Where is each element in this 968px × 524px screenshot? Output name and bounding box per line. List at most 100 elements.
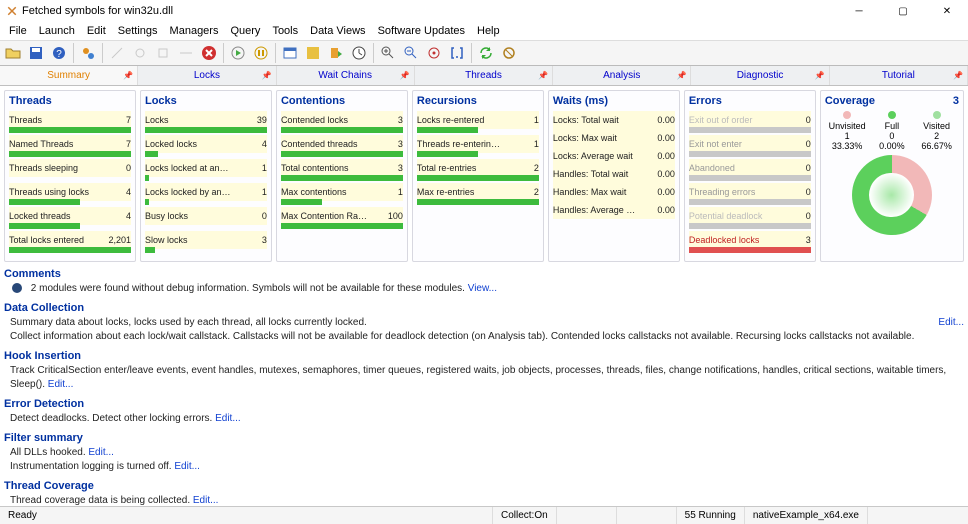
stat-row: Handles: Max wait0.00 <box>553 183 675 201</box>
tab-tutorial[interactable]: Tutorial📌 <box>830 66 968 85</box>
menu-settings[interactable]: Settings <box>113 24 163 38</box>
minimize-button[interactable]: ─ <box>844 2 874 20</box>
pause-icon[interactable] <box>250 42 272 64</box>
zoom-out-icon[interactable] <box>400 42 422 64</box>
hook-text: Track CriticalSection enter/leave events… <box>10 365 946 390</box>
menu-file[interactable]: File <box>4 24 32 38</box>
recursions-card: Recursions Locks re-entered1Threads re-e… <box>412 90 544 262</box>
coverage-pie-chart <box>852 155 932 235</box>
datacollection-line2: Collect information about each lock/wait… <box>10 330 934 344</box>
menu-managers[interactable]: Managers <box>165 24 224 38</box>
menu-software-updates[interactable]: Software Updates <box>373 24 470 38</box>
menu-launch[interactable]: Launch <box>34 24 80 38</box>
app-icon <box>6 5 18 17</box>
menu-tools[interactable]: Tools <box>267 24 303 38</box>
tab-summary[interactable]: Summary📌 <box>0 66 138 85</box>
stat-row: Handles: Total wait0.00 <box>553 165 675 183</box>
datacollection-edit-link[interactable]: Edit... <box>938 316 964 330</box>
menu-help[interactable]: Help <box>472 24 505 38</box>
contentions-card: Contentions Contended locks3Contended th… <box>276 90 408 262</box>
play-icon[interactable] <box>227 42 249 64</box>
status-running: 55 Running <box>677 507 745 524</box>
refresh-stop-icon[interactable] <box>498 42 520 64</box>
coverage-title: Coverage <box>825 95 875 107</box>
save-icon[interactable] <box>25 42 47 64</box>
filter-edit1-link[interactable]: Edit... <box>88 447 114 458</box>
tcov-line1: Thread coverage data is being collected. <box>10 495 193 506</box>
tcov-edit1-link[interactable]: Edit... <box>193 495 219 506</box>
tab-wait-chains[interactable]: Wait Chains📌 <box>277 66 415 85</box>
clock-icon[interactable] <box>348 42 370 64</box>
zoom-in-icon[interactable] <box>377 42 399 64</box>
status-ready: Ready <box>0 507 493 524</box>
status-collect: Collect:On <box>493 507 557 524</box>
filter-line2: Instrumentation logging is turned off. <box>10 461 174 472</box>
stat-row: Locks: Average wait0.00 <box>553 147 675 165</box>
coverage-col: Unvisited133.33% <box>825 111 870 151</box>
datacollection-heading: Data Collection <box>4 302 964 314</box>
waits-title: Waits (ms) <box>553 95 675 107</box>
filter-edit2-link[interactable]: Edit... <box>174 461 200 472</box>
comments-view-link[interactable]: View... <box>468 283 497 294</box>
stat-row: Threads sleeping0 <box>9 159 131 177</box>
tool3-icon[interactable] <box>152 42 174 64</box>
export-icon[interactable] <box>325 42 347 64</box>
comments-text: 2 modules were found without debug infor… <box>31 283 468 294</box>
maximize-button[interactable]: ▢ <box>888 2 918 20</box>
title-bar: Fetched symbols for win32u.dll ─ ▢ ✕ <box>0 0 968 22</box>
tab-diagnostic[interactable]: Diagnostic📌 <box>691 66 829 85</box>
toolbar: ? <box>0 40 968 66</box>
main-content: Threads Threads7Named Threads7Threads sl… <box>0 86 968 506</box>
coverage-col: Full00.00% <box>870 111 915 151</box>
coverage-col: Visited266.67% <box>914 111 959 151</box>
stat-row: Handles: Average wait0.00 <box>553 201 675 219</box>
open-icon[interactable] <box>2 42 24 64</box>
status-spacer1 <box>557 507 617 524</box>
gears-icon[interactable] <box>77 42 99 64</box>
threads-card: Threads Threads7Named Threads7Threads sl… <box>4 90 136 262</box>
comments-heading: Comments <box>4 268 964 280</box>
stop-icon[interactable] <box>198 42 220 64</box>
errors-card: Errors Exit out of order0Exit not enter0… <box>684 90 816 262</box>
tool4-icon[interactable] <box>175 42 197 64</box>
target-icon[interactable] <box>423 42 445 64</box>
svg-text:?: ? <box>56 49 62 60</box>
menu-edit[interactable]: Edit <box>82 24 111 38</box>
status-spacer2 <box>617 507 677 524</box>
stat-row: Locks locked at any time1 <box>145 159 267 177</box>
locks-card: Locks Locks39Locked locks4Locks locked a… <box>140 90 272 262</box>
recursions-title: Recursions <box>417 95 539 107</box>
coverage-count: 3 <box>953 95 959 107</box>
filter-heading: Filter summary <box>4 432 964 444</box>
tab-analysis[interactable]: Analysis📌 <box>553 66 691 85</box>
hook-edit-link[interactable]: Edit... <box>48 379 74 390</box>
filter-line1: All DLLs hooked. <box>10 447 88 458</box>
yellow-icon[interactable] <box>302 42 324 64</box>
brackets-icon[interactable] <box>446 42 468 64</box>
tab-locks[interactable]: Locks📌 <box>138 66 276 85</box>
menu-bar: FileLaunchEditSettingsManagersQueryTools… <box>0 22 968 40</box>
errdet-edit-link[interactable]: Edit... <box>215 413 241 424</box>
threads-title: Threads <box>9 95 131 107</box>
locks-title: Locks <box>145 95 267 107</box>
menu-query[interactable]: Query <box>225 24 265 38</box>
wand-icon[interactable] <box>106 42 128 64</box>
comment-dot-icon <box>12 283 22 293</box>
stat-row: Locked locks4 <box>145 135 267 153</box>
coverage-card: Coverage 3 Unvisited133.33%Full00.00%Visi… <box>820 90 964 262</box>
help-icon[interactable]: ? <box>48 42 70 64</box>
window-icon[interactable] <box>279 42 301 64</box>
errdet-text: Detect deadlocks. Detect other locking e… <box>10 413 215 424</box>
stat-row: Busy locks0 <box>145 207 267 225</box>
tab-threads[interactable]: Threads📌 <box>415 66 553 85</box>
tcov-heading: Thread Coverage <box>4 480 964 492</box>
errors-title: Errors <box>689 95 811 107</box>
menu-data-views[interactable]: Data Views <box>305 24 370 38</box>
waits-card: Waits (ms) Locks: Total wait0.00Locks: M… <box>548 90 680 262</box>
stat-row: Locks: Max wait0.00 <box>553 129 675 147</box>
status-exe: nativeExample_x64.exe <box>745 507 868 524</box>
refresh-icon[interactable] <box>475 42 497 64</box>
close-button[interactable]: ✕ <box>932 2 962 20</box>
tool2-icon[interactable] <box>129 42 151 64</box>
tab-bar: Summary📌Locks📌Wait Chains📌Threads📌Analys… <box>0 66 968 86</box>
